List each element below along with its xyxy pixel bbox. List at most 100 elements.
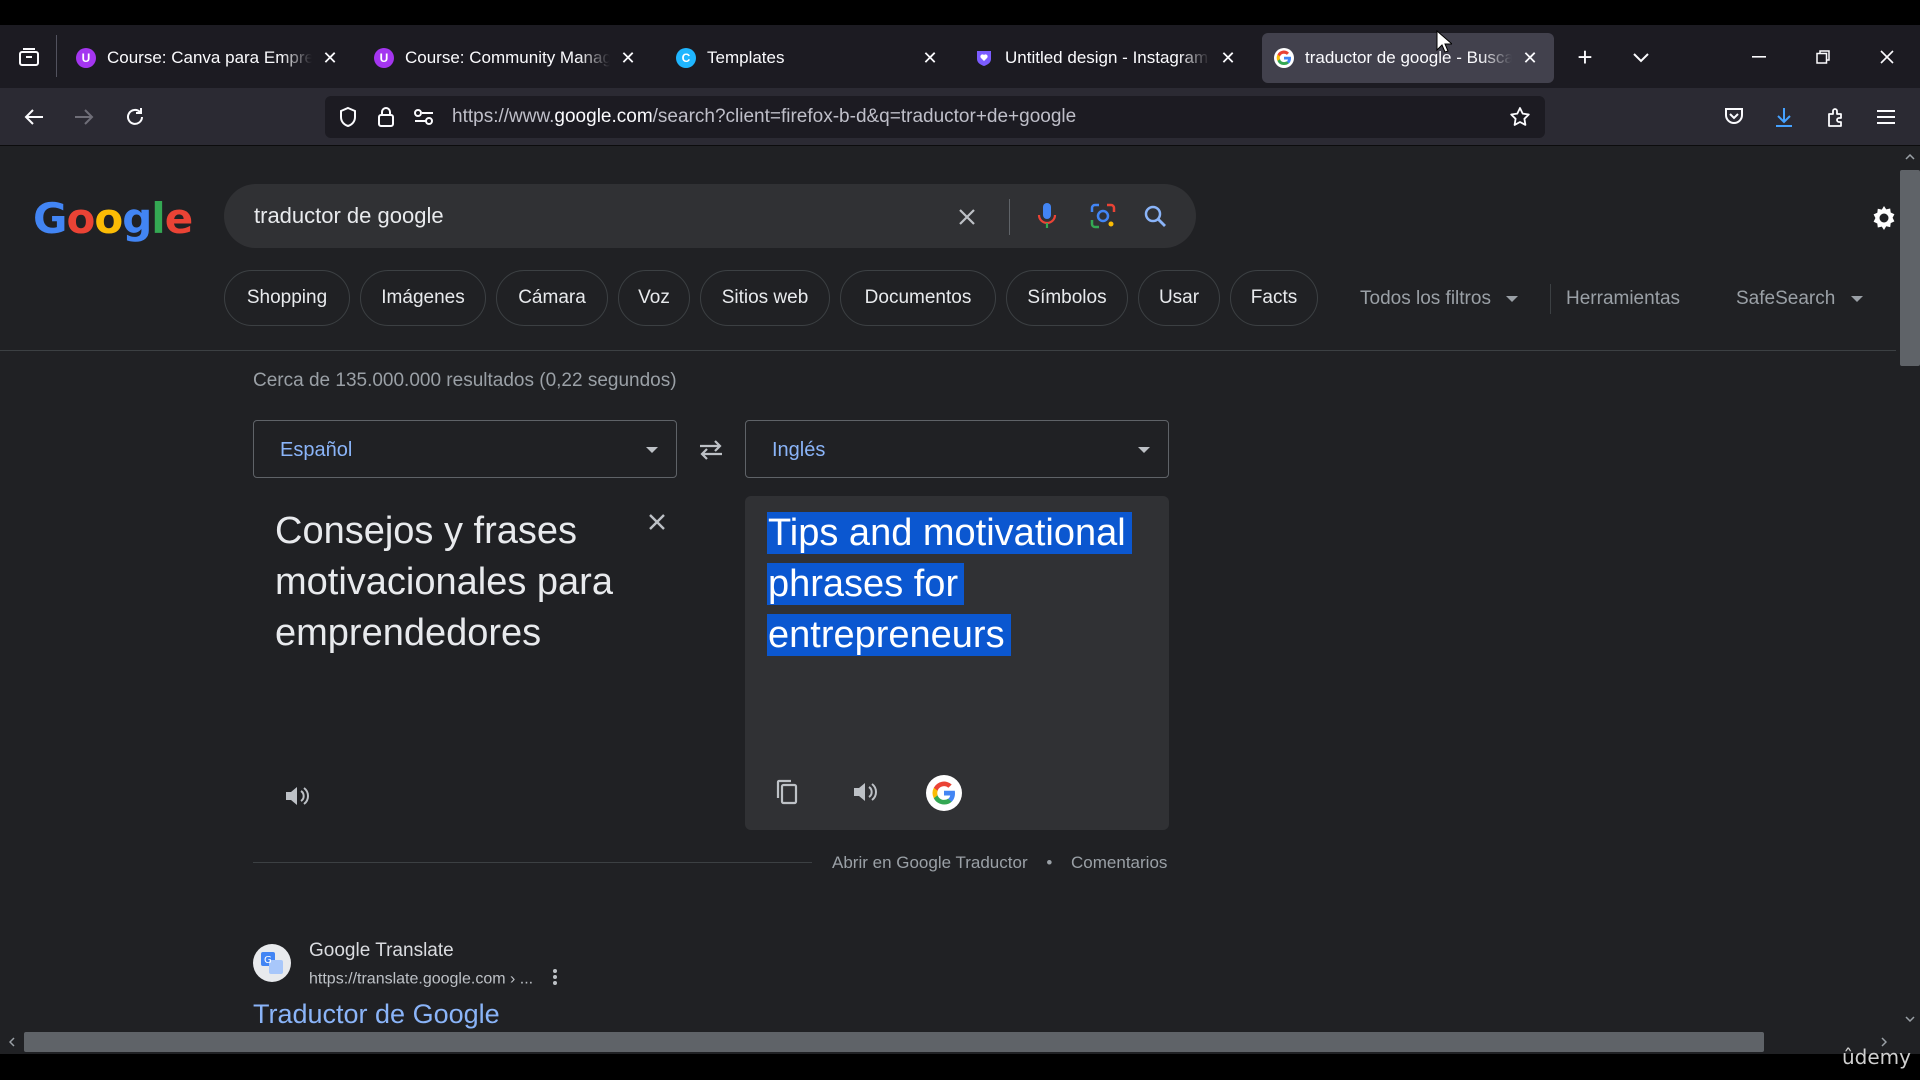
swap-languages-icon[interactable]: [694, 433, 728, 467]
target-text-pane: Tips and motivational phrases for entrep…: [745, 496, 1169, 830]
result-url[interactable]: https://translate.google.com › ...: [309, 968, 558, 991]
result-title-link[interactable]: Traductor de Google: [253, 999, 500, 1030]
tab-canva-course[interactable]: U Course: Canva para Emprendedores ✕: [64, 33, 354, 83]
clear-icon[interactable]: [950, 200, 984, 234]
feedback-link[interactable]: Comentarios: [1071, 853, 1167, 872]
vertical-scroll-thumb[interactable]: [1900, 170, 1920, 366]
lock-icon[interactable]: [373, 104, 399, 130]
footer-separator: •: [1046, 853, 1053, 872]
chip-voz[interactable]: Voz: [618, 270, 690, 326]
extensions-icon[interactable]: [1820, 101, 1852, 133]
google-g-icon[interactable]: [925, 774, 963, 812]
clear-source-icon[interactable]: [641, 506, 673, 538]
close-icon[interactable]: ✕: [616, 46, 640, 70]
tab-untitled-design[interactable]: Untitled design - Instagram Post ✕: [962, 33, 1252, 83]
tab-title: Untitled design - Instagram Post: [1005, 48, 1210, 67]
restore-icon[interactable]: [1808, 42, 1838, 72]
address-bar[interactable]: https://www.google.com/search?client=fir…: [325, 96, 1545, 138]
source-textarea[interactable]: Consejos y frases motivacionales para em…: [275, 506, 655, 659]
search-icon[interactable]: [1138, 199, 1172, 233]
minimize-icon[interactable]: [1744, 42, 1774, 72]
tab-templates[interactable]: C Templates ✕: [664, 33, 954, 83]
result-site-name[interactable]: Google Translate: [309, 940, 454, 962]
forward-arrow-icon[interactable]: [68, 101, 100, 133]
tab-list-icon[interactable]: [14, 42, 44, 72]
chip-label: Documentos: [864, 287, 972, 308]
close-icon[interactable]: ✕: [918, 46, 942, 70]
copy-icon[interactable]: [769, 774, 805, 810]
url-path: /search?client=firefox-b-d&q=traductor+d…: [652, 106, 1077, 127]
back-arrow-icon[interactable]: [18, 101, 50, 133]
search-input[interactable]: traductor de google: [254, 203, 444, 229]
chip-facts[interactable]: Facts: [1230, 270, 1318, 326]
chip-label: Voz: [638, 287, 670, 308]
bookmark-star-icon[interactable]: [1507, 104, 1533, 130]
shield-icon[interactable]: [335, 104, 361, 130]
filter-label: Herramientas: [1566, 288, 1681, 309]
hamburger-menu-icon[interactable]: [1870, 101, 1902, 133]
filter-label: Todos los filtros: [1360, 288, 1491, 309]
chip-label: Usar: [1158, 287, 1200, 308]
screen: U Course: Canva para Emprendedores ✕ U C…: [0, 0, 1920, 1080]
chip-simbolos[interactable]: Símbolos: [1006, 270, 1128, 326]
url-domain: google.com: [554, 106, 653, 127]
speaker-icon[interactable]: [279, 778, 315, 814]
safesearch-dropdown[interactable]: SafeSearch: [1736, 288, 1863, 310]
result-url-text: https://translate.google.com › ...: [309, 970, 534, 988]
chip-label: Shopping: [246, 287, 328, 308]
target-language-label: Inglés: [772, 439, 826, 461]
google-logo[interactable]: Google: [33, 194, 193, 243]
all-filters-dropdown[interactable]: Todos los filtros: [1360, 288, 1519, 310]
tools-button[interactable]: Herramientas: [1566, 288, 1680, 310]
chevron-down-icon[interactable]: [1626, 42, 1656, 72]
horizontal-scroll-thumb[interactable]: [24, 1032, 1764, 1052]
translated-line: Tips and motivational: [767, 512, 1132, 554]
chip-imagenes[interactable]: Imágenes: [360, 270, 486, 326]
close-icon[interactable]: ✕: [1216, 46, 1240, 70]
caret-down-icon: [1138, 447, 1150, 453]
translated-text[interactable]: Tips and motivational phrases for entrep…: [767, 508, 1162, 661]
more-vert-icon[interactable]: [552, 968, 558, 991]
close-icon[interactable]: ✕: [1518, 46, 1542, 70]
scroll-down-icon[interactable]: [1900, 1012, 1920, 1026]
udemy-icon: U: [76, 48, 96, 68]
chip-usar[interactable]: Usar: [1138, 270, 1220, 326]
scroll-left-icon[interactable]: [4, 1034, 20, 1050]
tab-google-search[interactable]: traductor de google - Buscar ✕: [1262, 33, 1554, 83]
tab-title: traductor de google - Buscar: [1305, 48, 1512, 67]
reload-icon[interactable]: [119, 101, 151, 133]
udemy-watermark: ûdemy: [1842, 1045, 1911, 1069]
chip-documentos[interactable]: Documentos: [840, 270, 996, 326]
page-content: Google traductor de google Shopping Imág…: [0, 146, 1920, 1036]
tab-community-course[interactable]: U Course: Community Manager ✕: [362, 33, 652, 83]
chip-camara[interactable]: Cámara: [496, 270, 608, 326]
url-text[interactable]: https://www.google.com/search?client=fir…: [452, 106, 1076, 128]
caret-down-icon: [1850, 295, 1863, 302]
chip-label: Imágenes: [381, 287, 465, 308]
chip-sitios-web[interactable]: Sitios web: [700, 270, 830, 326]
chip-shopping[interactable]: Shopping: [224, 270, 350, 326]
lens-camera-icon[interactable]: [1086, 199, 1120, 233]
source-language-select[interactable]: Español: [253, 420, 677, 478]
search-divider: [1009, 199, 1010, 235]
site-permissions-icon[interactable]: [411, 104, 437, 130]
top-black-bar: [0, 0, 1920, 25]
download-icon[interactable]: [1768, 101, 1800, 133]
new-tab-icon[interactable]: +: [1570, 42, 1600, 72]
microphone-icon[interactable]: [1030, 199, 1064, 233]
speaker-icon[interactable]: [847, 774, 883, 810]
window-close-icon[interactable]: [1872, 42, 1902, 72]
close-icon[interactable]: ✕: [318, 46, 342, 70]
tab-strip: U Course: Canva para Emprendedores ✕ U C…: [0, 25, 1920, 88]
target-language-select[interactable]: Inglés: [745, 420, 1169, 478]
open-in-translate-link[interactable]: Abrir en Google Traductor: [832, 853, 1028, 872]
search-box[interactable]: traductor de google: [224, 184, 1196, 248]
pocket-icon[interactable]: [1718, 101, 1750, 133]
chip-label: Símbolos: [1027, 287, 1107, 308]
svg-text:G: G: [264, 955, 272, 966]
filter-divider: [1550, 284, 1551, 314]
bottom-black-bar: [0, 1054, 1920, 1080]
result-stats: Cerca de 135.000.000 resultados (0,22 se…: [253, 370, 677, 391]
source-text-pane[interactable]: Consejos y frases motivacionales para em…: [253, 496, 677, 826]
scroll-up-icon[interactable]: [1900, 150, 1920, 164]
